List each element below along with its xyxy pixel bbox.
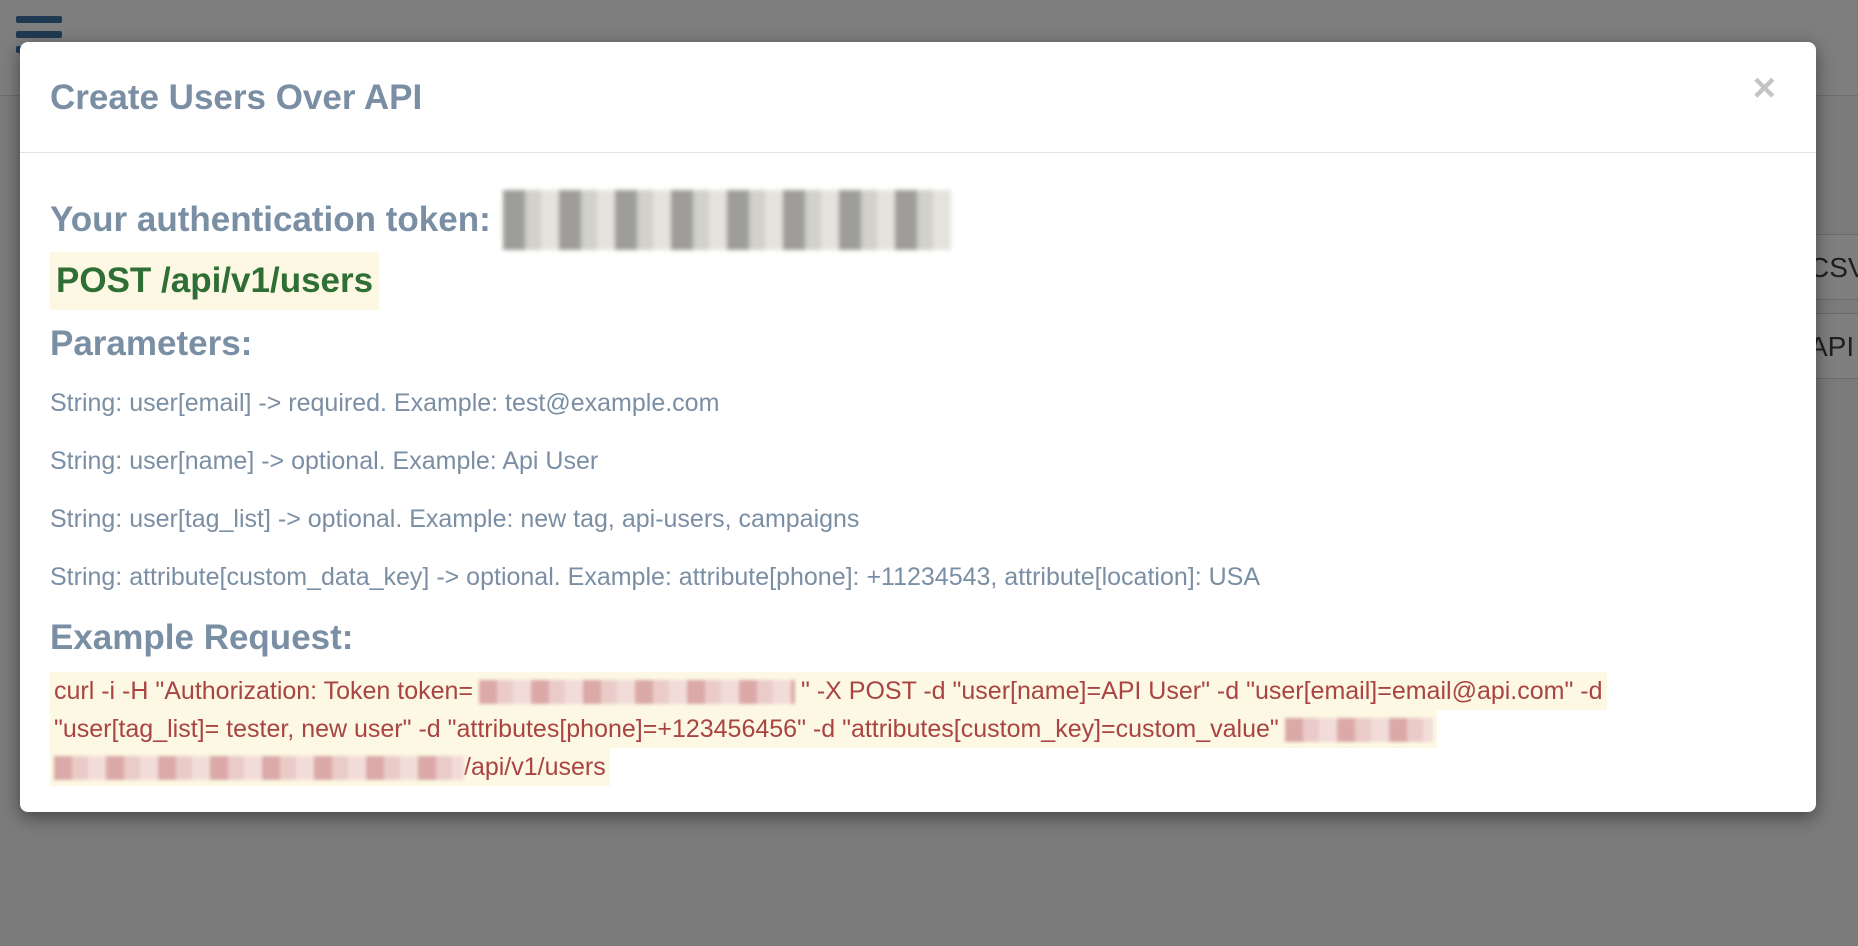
redacted-host-url	[54, 756, 464, 781]
example-request-code: curl -i -H "Authorization: Token token= "…	[50, 672, 1786, 786]
parameter-item: String: user[tag_list] -> optional. Exam…	[50, 505, 860, 533]
parameters-title: Parameters:	[50, 324, 253, 363]
parameter-item: String: attribute[custom_data_key] -> op…	[50, 563, 1260, 591]
create-users-api-modal: Create Users Over API × Your authenticat…	[20, 42, 1816, 812]
modal-body: Your authentication token: POST /api/v1/…	[50, 188, 1786, 786]
code-line-2: "user[tag_list]= tester, new user" -d "a…	[50, 710, 1437, 748]
auth-token-row: Your authentication token:	[50, 188, 1786, 252]
api-endpoint: POST /api/v1/users	[50, 252, 380, 310]
close-icon[interactable]: ×	[1753, 68, 1776, 108]
parameter-item: String: user[name] -> optional. Example:…	[50, 447, 599, 475]
example-request-title: Example Request:	[50, 618, 354, 657]
auth-token-redacted	[502, 190, 951, 250]
parameters-list: String: user[email] -> required. Example…	[50, 374, 1786, 606]
redacted-token	[479, 680, 796, 705]
code-line-1: curl -i -H "Authorization: Token token= "…	[50, 672, 1607, 710]
code-line-3: /api/v1/users	[50, 748, 610, 786]
modal-title: Create Users Over API	[50, 78, 423, 117]
auth-token-label: Your authentication token:	[50, 200, 491, 239]
redacted-host	[1284, 718, 1433, 743]
parameter-item: String: user[email] -> required. Example…	[50, 389, 720, 417]
modal-header: Create Users Over API ×	[20, 42, 1816, 153]
